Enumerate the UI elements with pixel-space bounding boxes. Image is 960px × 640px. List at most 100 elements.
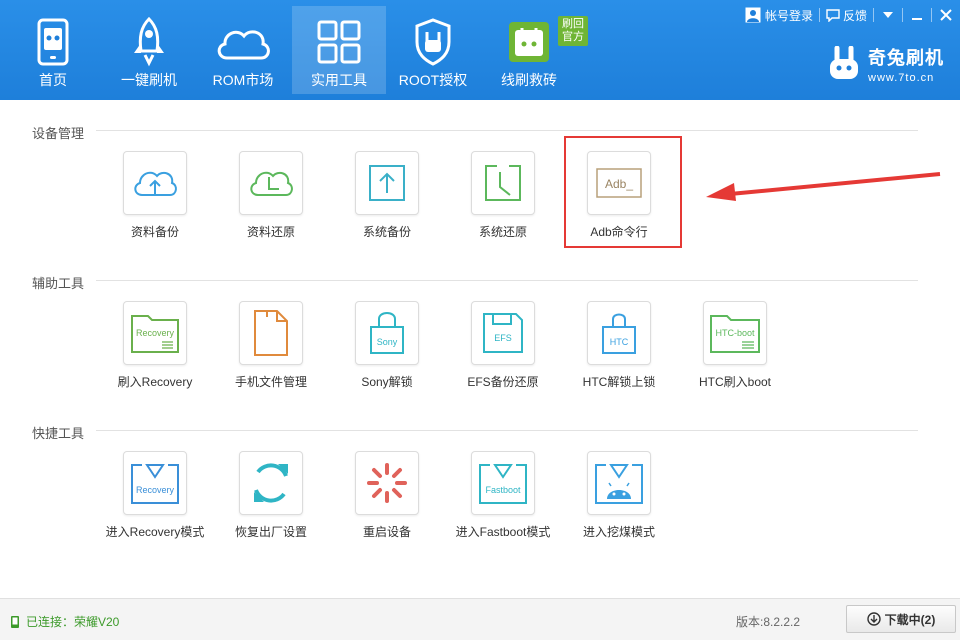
- chevron-down-icon: [883, 12, 893, 18]
- minimize-button[interactable]: [903, 4, 931, 26]
- icon-text: Fastboot: [485, 485, 521, 495]
- icon-text: Recovery: [136, 328, 175, 338]
- refresh-icon: [239, 451, 303, 515]
- tool-system-backup[interactable]: 系统备份: [332, 151, 442, 240]
- tool-label: 刷入Recovery: [117, 375, 193, 389]
- tool-htc-lock[interactable]: HTC HTC解锁上锁: [564, 301, 674, 390]
- tool-data-backup[interactable]: 资料备份: [100, 151, 210, 240]
- tool-reboot-device[interactable]: 重启设备: [332, 451, 442, 540]
- nav-label: 线刷救砖: [501, 72, 557, 88]
- brand-url: www.7to.cn: [868, 72, 935, 84]
- arrow-annotation-icon: [700, 168, 944, 207]
- nav-rom-market[interactable]: ROM市场: [196, 6, 290, 94]
- tool-label: EFS备份还原: [467, 375, 539, 389]
- feedback-button[interactable]: 反馈: [820, 4, 873, 26]
- tool-flash-recovery[interactable]: Recovery 刷入Recovery: [100, 301, 210, 390]
- clock-box-icon: [471, 151, 535, 215]
- tool-sony-unlock[interactable]: Sony Sony解锁: [332, 301, 442, 390]
- section-title-device: 设备管理: [32, 126, 85, 141]
- connection-status: 已连接：荣耀V20: [10, 613, 119, 630]
- tool-file-manager[interactable]: 手机文件管理: [216, 301, 326, 390]
- icon-text: Sony: [377, 337, 398, 347]
- shield-icon: [403, 16, 463, 68]
- nav-label: ROM市场: [212, 72, 274, 88]
- folder-htc-icon: HTC-boot: [703, 301, 767, 365]
- tool-htc-boot[interactable]: HTC-boot HTC刷入boot: [680, 301, 790, 390]
- cloud-clock-icon: [239, 151, 303, 215]
- tool-label: 系统还原: [478, 225, 527, 239]
- spinner-icon: [355, 451, 419, 515]
- tool-label: 手机文件管理: [234, 375, 307, 389]
- tool-label: 进入Recovery模式: [105, 525, 205, 539]
- highlight-annotation-box: [564, 136, 682, 248]
- login-label: 帐号登录: [764, 8, 813, 23]
- tool-efs-backup[interactable]: EFS EFS备份还原: [448, 301, 558, 390]
- brand-name: 奇兔刷机: [868, 48, 944, 68]
- icon-text: HTC: [610, 337, 629, 347]
- lock-htc-icon: HTC: [587, 301, 651, 365]
- cloud-upload-icon: [123, 151, 187, 215]
- chat-icon: [826, 9, 840, 22]
- tool-enter-recovery[interactable]: Recovery 进入Recovery模式: [100, 451, 210, 540]
- icon-text: HTC-boot: [715, 328, 755, 338]
- user-icon: [745, 7, 761, 23]
- section-divider: [96, 280, 918, 281]
- minimize-icon: [912, 18, 922, 20]
- nav-one-click-flash[interactable]: 一键刷机: [102, 6, 196, 94]
- upload-box-icon: [355, 151, 419, 215]
- tool-label: 重启设备: [362, 525, 411, 539]
- download-icon: [866, 612, 881, 626]
- lock-sony-icon: Sony: [355, 301, 419, 365]
- tool-label: 系统备份: [362, 225, 411, 239]
- tool-label: HTC刷入boot: [698, 375, 772, 389]
- phone-icon: [23, 16, 83, 68]
- icon-text: Recovery: [136, 485, 175, 495]
- rocket-icon: [119, 16, 179, 68]
- tool-label: 恢复出厂设置: [234, 525, 307, 539]
- folder-recovery-icon: Recovery: [123, 301, 187, 365]
- tool-enter-download-mode[interactable]: 进入挖煤模式: [564, 451, 674, 540]
- section-divider: [96, 430, 918, 431]
- tool-label: Sony解锁: [361, 375, 413, 389]
- nav-utilities[interactable]: 实用工具: [292, 6, 386, 94]
- top-navigation-bar: 首页 一键刷机 ROM市场 实用工具 ROOT授权 线刷救砖 刷回官方 帐号登录…: [0, 0, 960, 100]
- floppy-icon: EFS: [471, 301, 535, 365]
- feedback-label: 反馈: [842, 8, 867, 23]
- connection-label: 已连接：荣耀V20: [26, 615, 120, 629]
- android-mode-icon: [587, 451, 651, 515]
- close-icon: [940, 9, 952, 21]
- fastboot-mode-icon: Fastboot: [471, 451, 535, 515]
- section-divider: [96, 130, 918, 131]
- grid-icon: [309, 16, 369, 68]
- tool-label: 进入Fastboot模式: [455, 525, 551, 539]
- document-icon: [239, 301, 303, 365]
- rabbit-logo-icon: [830, 46, 858, 79]
- nav-label: 一键刷机: [121, 72, 177, 88]
- tool-label: 资料还原: [246, 225, 295, 239]
- tool-data-restore[interactable]: 资料还原: [216, 151, 326, 240]
- nav-label: ROOT授权: [398, 72, 468, 88]
- tool-factory-reset[interactable]: 恢复出厂设置: [216, 451, 326, 540]
- status-bar: 已连接：荣耀V20 版本:8.2.2.2 下载中(2): [0, 598, 960, 640]
- tool-label: 资料备份: [130, 225, 179, 239]
- tool-enter-fastboot[interactable]: Fastboot 进入Fastboot模式: [448, 451, 558, 540]
- nav-root[interactable]: ROOT授权: [386, 6, 480, 94]
- download-button[interactable]: 下载中(2): [846, 605, 956, 633]
- cloud-icon: [213, 16, 273, 68]
- nav-home[interactable]: 首页: [6, 6, 100, 94]
- brand-logo: 奇兔刷机 www.7to.cn: [826, 44, 944, 84]
- version-label: 版本:8.2.2.2: [736, 615, 801, 629]
- window-controls: 帐号登录 反馈: [739, 4, 960, 26]
- section-title-quick: 快捷工具: [32, 426, 85, 441]
- download-label: 下载中(2): [884, 612, 936, 627]
- nav-label: 首页: [39, 72, 67, 88]
- close-button[interactable]: [932, 4, 960, 26]
- nav-label: 实用工具: [311, 72, 367, 88]
- login-button[interactable]: 帐号登录: [739, 4, 819, 26]
- tool-label: HTC解锁上锁: [582, 375, 656, 389]
- icon-text: EFS: [494, 333, 512, 343]
- section-title-aux: 辅助工具: [32, 276, 85, 291]
- rescue-icon: [499, 16, 559, 68]
- menu-dropdown-button[interactable]: [874, 4, 902, 26]
- tool-system-restore[interactable]: 系统还原: [448, 151, 558, 240]
